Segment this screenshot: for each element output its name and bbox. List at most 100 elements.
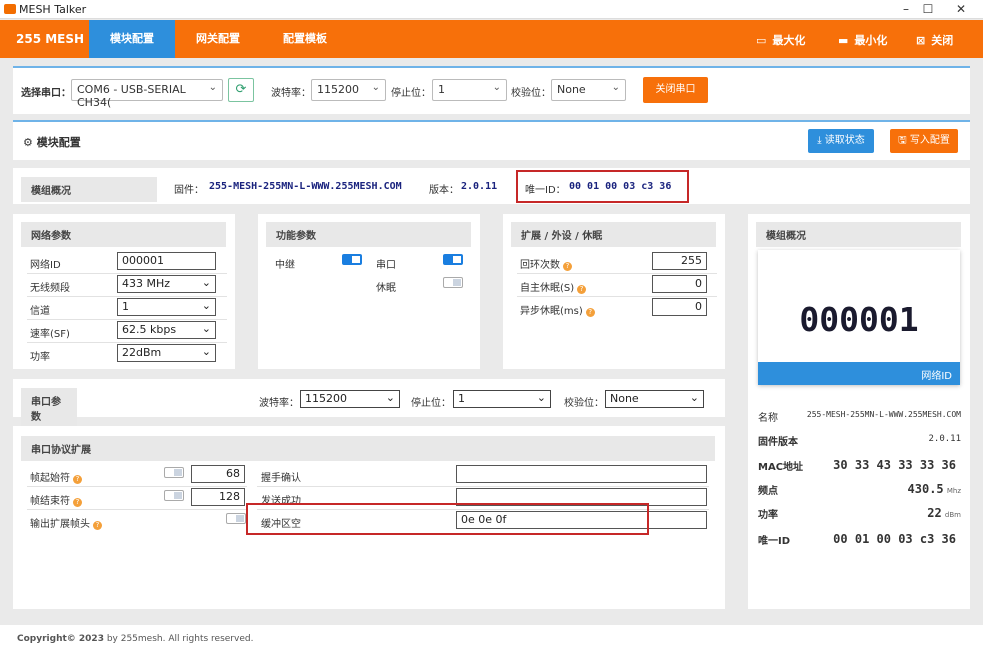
side-freq-value: 430.5 (907, 482, 944, 496)
network-id-label: 网络ID (30, 260, 61, 271)
handshake-label: 握手确认 (261, 473, 301, 484)
sp-stop-label: 停止位： (411, 398, 451, 409)
window-close-button[interactable]: ✕ (951, 2, 971, 16)
close-label: 关闭 (931, 34, 954, 47)
band-select[interactable]: 433 MHz ⌄ (117, 275, 216, 293)
auto-sleep-input[interactable]: 0 (652, 275, 707, 293)
side-mac-label: MAC地址 (758, 462, 804, 473)
divider (27, 319, 227, 320)
parity-select[interactable]: None ⌄ (551, 79, 626, 101)
network-header: 网络参数 (21, 222, 226, 247)
minimize-icon: ▬ (838, 34, 849, 47)
copyright-rest: by 255mesh. All rights reserved. (103, 634, 254, 644)
section-title-text: 模块配置 (36, 136, 81, 149)
buffer-highlight (246, 503, 649, 535)
side-freq-unit: Mhz (946, 487, 961, 495)
app-logo-icon (4, 4, 16, 14)
async-sleep-input[interactable]: 0 (652, 298, 707, 316)
sp-baud-select[interactable]: 115200 ⌄ (300, 390, 400, 408)
power-select[interactable]: 22dBm ⌄ (117, 344, 216, 362)
read-status-button[interactable]: ⤓ 读取状态 (808, 129, 874, 153)
rate-select[interactable]: 62.5 kbps ⌄ (117, 321, 216, 339)
close-app-button[interactable]: ⊠ 关闭 (916, 32, 953, 48)
rate-label: 速率(SF) (30, 329, 70, 340)
side-freq-label: 频点 (758, 486, 778, 497)
rate-value: 62.5 kbps (122, 323, 177, 336)
channel-select[interactable]: 1 ⌄ (117, 298, 216, 316)
chevron-down-icon: ⌄ (611, 82, 620, 93)
read-status-label: 读取状态 (824, 135, 865, 146)
maximize-button[interactable]: ▭ 最大化 (756, 32, 805, 48)
tab-config-template[interactable]: 配置模板 (265, 20, 345, 58)
window-maximize-button[interactable]: ☐ (918, 2, 938, 16)
title-bar: MESH Talker – ☐ ✕ (0, 0, 983, 19)
chevron-down-icon: ⌄ (201, 345, 211, 358)
sp-parity-label: 校验位： (564, 398, 604, 409)
side-name-value: 255-MESH-255MN-L-WWW.255MESH.COM (806, 410, 961, 419)
chevron-down-icon: ⌄ (689, 391, 699, 404)
sleep-toggle[interactable] (443, 277, 463, 288)
frame-start-toggle[interactable] (164, 467, 184, 478)
loop-count-input[interactable]: 255 (652, 252, 707, 270)
baud-select[interactable]: 115200 ⌄ (311, 79, 386, 101)
async-sleep-label: 异步休眠(ms)? (520, 302, 595, 317)
function-header: 功能参数 (266, 222, 471, 247)
sp-parity-select[interactable]: None ⌄ (605, 390, 704, 408)
sp-stop-select[interactable]: 1 ⌄ (453, 390, 551, 408)
divider (27, 509, 247, 510)
frame-start-input[interactable]: 68 (191, 465, 245, 483)
relay-toggle[interactable] (342, 254, 362, 265)
minimize-label: 最小化 (854, 34, 888, 47)
frame-end-toggle[interactable] (164, 490, 184, 501)
auto-sleep-text: 自主休眠(S) (520, 283, 575, 294)
minimize-button[interactable]: ▬ 最小化 (838, 32, 887, 48)
loop-count-label: 回环次数? (520, 256, 572, 271)
network-id-input[interactable]: 000001 (117, 252, 216, 270)
side-name-label: 名称 (758, 413, 778, 424)
port-label: 选择串口： (21, 88, 71, 99)
side-uid-label: 唯一ID (758, 536, 791, 547)
divider (27, 342, 227, 343)
side-power-label: 功率 (758, 510, 778, 521)
help-icon: ? (73, 475, 82, 484)
uid-highlight (516, 170, 689, 203)
frame-end-input[interactable]: 128 (191, 488, 245, 506)
close-port-button[interactable]: 关闭串口 (643, 77, 708, 103)
serial-toggle[interactable] (443, 254, 463, 265)
frame-start-text: 帧起始符 (30, 473, 70, 484)
serial-params-header: 串口参数 (21, 388, 77, 428)
baud-value: 115200 (317, 83, 359, 96)
stop-select[interactable]: 1 ⌄ (432, 79, 507, 101)
power-value: 22dBm (122, 346, 162, 359)
save-icon: 🖫 (898, 135, 907, 146)
band-label: 无线频段 (30, 283, 70, 294)
brand: 255 MESH (16, 32, 85, 46)
sp-stop-value: 1 (458, 392, 465, 405)
gear-icon: ⚙ (23, 136, 33, 149)
side-panel: 模组概况 000001 网络ID 名称 255-MESH-255MN-L-WWW… (748, 214, 970, 609)
protocol-header: 串口协议扩展 (21, 436, 715, 461)
power-label: 功率 (30, 352, 50, 363)
footer: Copyright© 2023 by 255mesh. All rights r… (0, 625, 983, 655)
handshake-input[interactable] (456, 465, 707, 483)
window-minimize-button[interactable]: – (896, 2, 916, 16)
band-value: 433 MHz (122, 277, 171, 290)
chevron-down-icon: ⌄ (201, 322, 211, 335)
tab-module-config[interactable]: 模块配置 (89, 20, 175, 58)
firmware-label: 固件： (174, 185, 204, 196)
divider (27, 296, 227, 297)
output-header-toggle[interactable] (226, 513, 246, 524)
refresh-button[interactable]: ⟳ (228, 78, 254, 102)
chevron-down-icon: ⌄ (492, 82, 501, 93)
top-nav: 255 MESH 模块配置 网关配置 配置模板 ▭ 最大化 ▬ 最小化 ⊠ 关闭 (0, 20, 983, 58)
version-value: 2.0.11 (461, 181, 498, 192)
sp-baud-label: 波特率： (259, 398, 299, 409)
download-icon: ⤓ (817, 135, 822, 146)
sleep-label: 休眠 (376, 283, 396, 294)
port-select[interactable]: COM6 - USB-SERIAL CH34(⌄ (71, 79, 223, 109)
sp-parity-value: None (610, 392, 639, 405)
side-power-unit: dBm (944, 511, 961, 519)
output-header-label: 输出扩展帧头? (30, 515, 102, 530)
tab-gateway-config[interactable]: 网关配置 (178, 20, 258, 58)
write-config-button[interactable]: 🖫 写入配置 (890, 129, 958, 153)
